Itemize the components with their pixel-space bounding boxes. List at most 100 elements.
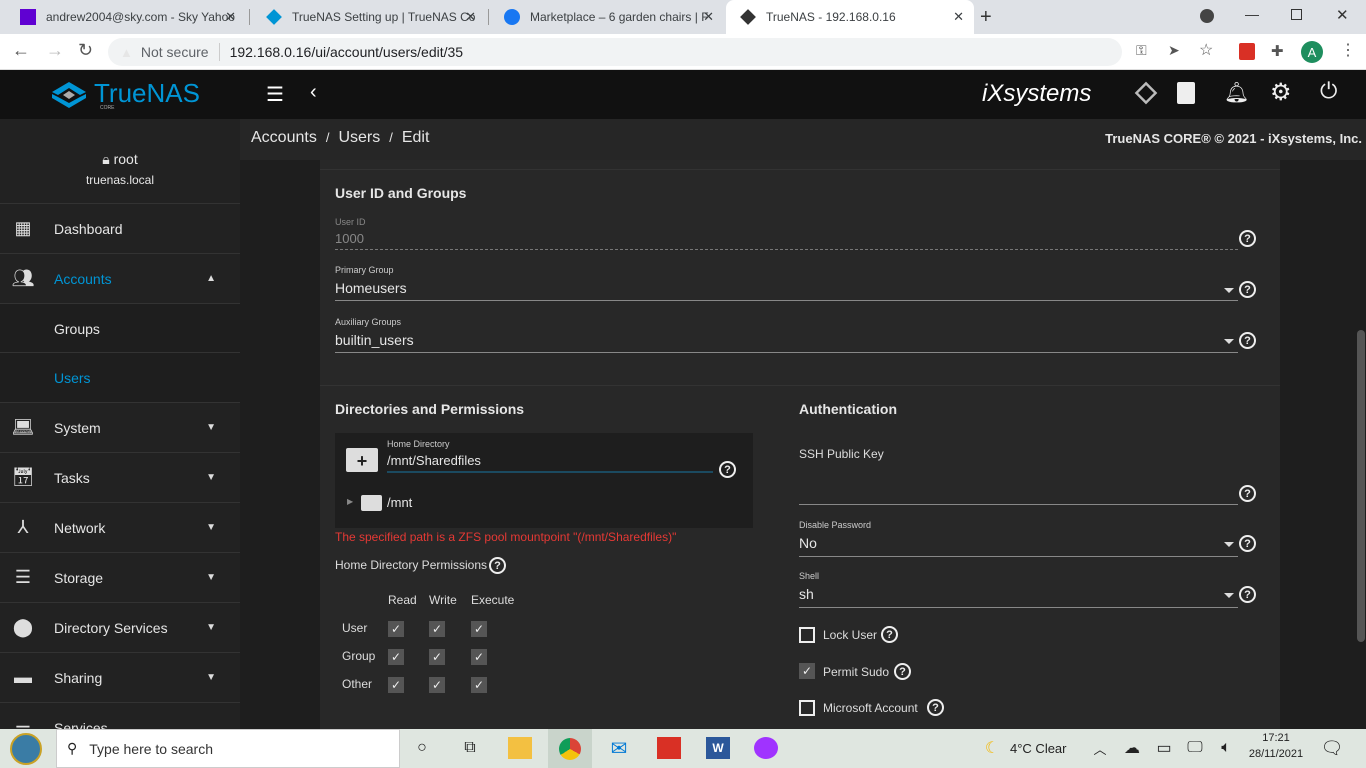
menu-kebab-icon[interactable]: ⋮: [1340, 40, 1356, 60]
collapse-sidebar-icon[interactable]: ‹: [310, 81, 317, 104]
word-icon[interactable]: W: [706, 737, 730, 759]
sidebar-item-dashboard[interactable]: ▦ Dashboard: [0, 203, 240, 253]
sidebar-item-storage[interactable]: ☰ Storage ▼: [0, 552, 240, 602]
other-read-checkbox[interactable]: ✓: [388, 677, 404, 693]
mail-icon[interactable]: ✉: [607, 737, 631, 760]
security-label[interactable]: Not secure: [141, 44, 209, 60]
cortana-icon[interactable]: ○: [410, 737, 434, 759]
sidebar-item-accounts[interactable]: 👥︎ Accounts ▲: [0, 253, 240, 303]
chevron-down-icon[interactable]: [1224, 542, 1234, 547]
breadcrumb-accounts[interactable]: Accounts: [251, 129, 317, 146]
help-icon[interactable]: ?: [927, 699, 944, 716]
back-icon[interactable]: ←: [12, 40, 30, 61]
sidebar-item-directory-services[interactable]: ⬤ Directory Services ▼: [0, 602, 240, 652]
group-read-checkbox[interactable]: ✓: [388, 649, 404, 665]
other-write-checkbox[interactable]: ✓: [429, 677, 445, 693]
weather-text[interactable]: 4°C Clear: [1010, 741, 1067, 756]
help-icon[interactable]: ?: [894, 663, 911, 680]
url-input[interactable]: ▲ Not secure 192.168.0.16/ui/account/use…: [108, 38, 1122, 66]
chrome-icon[interactable]: [548, 729, 592, 768]
permit-sudo-checkbox[interactable]: ✓: [799, 663, 815, 679]
tab-search-icon[interactable]: [1200, 9, 1214, 23]
add-folder-icon[interactable]: +: [346, 448, 378, 472]
microsoft-account-checkbox[interactable]: [799, 700, 815, 716]
menu-toggle-icon[interactable]: ☰: [266, 82, 284, 107]
close-tab-icon[interactable]: ✕: [225, 9, 236, 25]
forward-icon[interactable]: →: [46, 40, 64, 61]
shell-select[interactable]: sh: [799, 586, 814, 602]
expand-arrow-icon[interactable]: ▶: [347, 497, 353, 506]
tab-sky-yahoo[interactable]: andrew2004@sky.com - Sky Yahoo ✕: [6, 0, 246, 34]
key-icon[interactable]: ⚿: [1136, 42, 1147, 59]
other-execute-checkbox[interactable]: ✓: [471, 677, 487, 693]
help-icon[interactable]: ?: [1239, 485, 1256, 502]
user-write-checkbox[interactable]: ✓: [429, 621, 445, 637]
volume-icon[interactable]: 🔈︎: [1214, 737, 1238, 759]
start-button[interactable]: [10, 733, 42, 765]
group-write-checkbox[interactable]: ✓: [429, 649, 445, 665]
task-manager-icon[interactable]: [1177, 82, 1195, 104]
scrollbar-thumb[interactable]: [1357, 330, 1365, 642]
sidebar-item-tasks[interactable]: 📅︎ Tasks ▼: [0, 452, 240, 502]
messenger-icon[interactable]: [754, 737, 778, 759]
help-icon[interactable]: ?: [1239, 586, 1256, 603]
ixsystems-logo[interactable]: iXsystems: [982, 80, 1091, 108]
sidebar-item-system[interactable]: 💻︎ System ▼: [0, 402, 240, 452]
help-icon[interactable]: ?: [881, 626, 898, 643]
help-icon[interactable]: ?: [489, 557, 506, 574]
sidebar-item-groups[interactable]: Groups: [0, 303, 240, 353]
file-explorer-icon[interactable]: [508, 737, 532, 759]
help-icon[interactable]: ?: [1239, 230, 1256, 247]
taskbar-search-input[interactable]: ⚲ Type here to search: [56, 729, 400, 768]
show-hidden-icons[interactable]: ︿: [1088, 737, 1112, 759]
sidebar-item-users[interactable]: Users: [0, 352, 240, 402]
bookmark-star-icon[interactable]: ☆: [1199, 40, 1213, 60]
help-icon[interactable]: ?: [1239, 332, 1256, 349]
help-icon[interactable]: ?: [1239, 281, 1256, 298]
help-icon[interactable]: ?: [1239, 535, 1256, 552]
auxiliary-groups-select[interactable]: builtin_users: [335, 332, 414, 348]
user-read-checkbox[interactable]: ✓: [388, 621, 404, 637]
breadcrumb-users[interactable]: Users: [338, 129, 380, 146]
tab-truenas-active[interactable]: TrueNAS - 192.168.0.16 ✕: [726, 0, 974, 34]
ssh-public-key-textarea[interactable]: [799, 463, 1238, 505]
pdf-extension-icon[interactable]: [1239, 43, 1255, 60]
close-tab-icon[interactable]: ✕: [703, 9, 714, 25]
user-execute-checkbox[interactable]: ✓: [471, 621, 487, 637]
group-execute-checkbox[interactable]: ✓: [471, 649, 487, 665]
notifications-icon[interactable]: 🗨︎: [1320, 737, 1344, 759]
primary-group-select[interactable]: Homeusers: [335, 280, 407, 296]
notifications-bell-icon[interactable]: 🔔︎: [1224, 80, 1249, 105]
settings-gear-icon[interactable]: ⚙: [1270, 78, 1292, 107]
onedrive-icon[interactable]: ☁: [1120, 737, 1144, 759]
lock-user-checkbox[interactable]: [799, 627, 815, 643]
restore-button[interactable]: [1291, 9, 1302, 20]
chevron-down-icon[interactable]: [1224, 593, 1234, 598]
help-icon[interactable]: ?: [719, 461, 736, 478]
tree-node-mnt[interactable]: /mnt: [387, 495, 412, 510]
minimize-button[interactable]: —: [1245, 6, 1259, 22]
battery-icon[interactable]: ▭: [1152, 737, 1176, 759]
network-icon[interactable]: 🖵︎: [1183, 737, 1207, 759]
close-tab-icon[interactable]: ✕: [465, 9, 476, 25]
power-icon[interactable]: ⏻: [1320, 78, 1337, 104]
clock[interactable]: 17:21 28/11/2021: [1246, 732, 1306, 760]
chevron-down-icon[interactable]: [1224, 288, 1234, 293]
profile-avatar[interactable]: A: [1301, 41, 1323, 63]
acrobat-icon[interactable]: [657, 737, 681, 759]
sidebar-item-sharing[interactable]: ▬ Sharing ▼: [0, 652, 240, 702]
reload-icon[interactable]: ↻: [78, 40, 93, 61]
truecommand-icon[interactable]: [1134, 81, 1158, 105]
task-view-icon[interactable]: ⧉: [458, 737, 482, 759]
new-tab-button[interactable]: +: [980, 6, 992, 29]
sidebar-item-network[interactable]: ⅄ Network ▼: [0, 502, 240, 552]
chevron-down-icon[interactable]: [1224, 339, 1234, 344]
home-directory-input[interactable]: /mnt/Sharedfiles: [387, 453, 481, 468]
send-icon[interactable]: ➤: [1168, 42, 1180, 59]
close-tab-icon[interactable]: ✕: [953, 9, 964, 25]
tab-truenas-setting-up[interactable]: TrueNAS Setting up | TrueNAS Co ✕: [252, 0, 486, 34]
close-window-button[interactable]: ✕: [1336, 6, 1349, 24]
extensions-icon[interactable]: ✚: [1271, 42, 1284, 60]
disable-password-select[interactable]: No: [799, 535, 817, 551]
tab-marketplace[interactable]: Marketplace – 6 garden chairs | F ✕: [490, 0, 724, 34]
